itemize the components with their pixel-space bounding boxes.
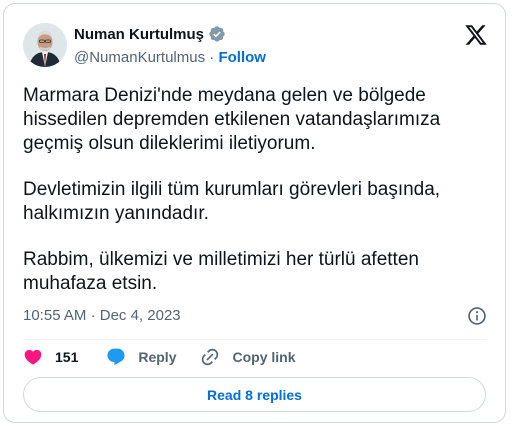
avatar-image (23, 23, 67, 67)
author-name[interactable]: Numan Kurtulmuş (74, 26, 204, 43)
tweet-timestamp[interactable]: 10:55 AM · Dec 4, 2023 (23, 307, 181, 324)
tweet-time[interactable]: 10:55 AM (23, 307, 86, 324)
info-icon[interactable] (467, 306, 487, 326)
tweet-card: Numan Kurtulmuş @NumanKurtulmus · Follow… (3, 3, 506, 423)
read-replies-label: Read 8 replies (207, 386, 302, 403)
reply-label: Reply (138, 349, 177, 365)
x-logo-icon[interactable] (464, 23, 488, 47)
tweet-paragraph: Marmara Denizi'nde meydana gelen ve bölg… (23, 85, 441, 154)
like-count: 151 (55, 349, 79, 365)
divider (23, 339, 486, 340)
copy-link-label: Copy link (232, 349, 296, 365)
author-name-row[interactable]: Numan Kurtulmuş (74, 25, 226, 43)
link-icon (202, 348, 219, 366)
tweet-date[interactable]: Dec 4, 2023 (100, 307, 181, 324)
heart-icon (24, 349, 42, 365)
verified-badge-icon (208, 25, 226, 43)
tweet-text: Marmara Denizi'nde meydana gelen ve bölg… (23, 84, 493, 318)
avatar[interactable] (23, 23, 67, 67)
like-button[interactable]: 151 (23, 347, 78, 367)
reply-button[interactable]: Reply (106, 347, 176, 367)
author-handle[interactable]: @NumanKurtulmus (74, 49, 205, 66)
author-handle-row: @NumanKurtulmus · Follow (74, 49, 266, 66)
handle-separator: · (209, 49, 215, 66)
tweet-paragraph: Devletimizin ilgili tüm kurumları görevl… (23, 179, 441, 224)
follow-button[interactable]: Follow (218, 49, 266, 66)
copy-link-button[interactable]: Copy link (200, 347, 296, 367)
speech-bubble-icon (107, 348, 125, 366)
action-bar: 151 Reply Copy link (23, 347, 296, 367)
read-replies-button[interactable]: Read 8 replies (23, 377, 486, 412)
tweet-paragraph: Rabbim, ülkemizi ve milletimizi her türl… (23, 249, 419, 294)
meta-separator: · (90, 307, 96, 324)
